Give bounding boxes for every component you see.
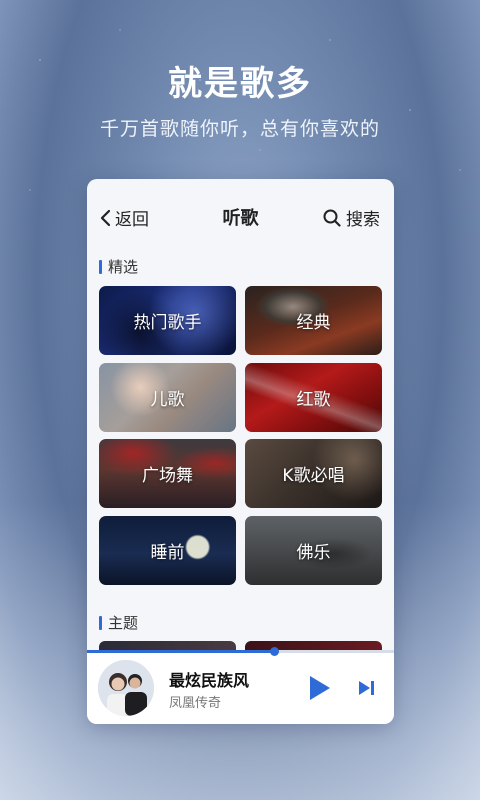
- hero-subtitle: 千万首歌随你听，总有你喜欢的: [99, 118, 380, 140]
- skip-next-icon: [359, 681, 374, 695]
- play-button[interactable]: [303, 672, 335, 704]
- top-bar: 返回 听歌 搜索: [87, 179, 394, 255]
- tile-label: K歌必唱: [282, 466, 345, 486]
- tile-red-songs[interactable]: 红歌: [245, 363, 382, 432]
- song-title: 最炫民族风: [169, 671, 250, 690]
- tile-square-dance[interactable]: 广场舞: [99, 439, 236, 508]
- tile-label: 红歌: [296, 390, 331, 410]
- tile-label: 广场舞: [142, 466, 193, 486]
- album-cover[interactable]: [98, 660, 154, 716]
- search-button[interactable]: 搜索: [323, 205, 380, 230]
- section-featured: 精选: [99, 256, 138, 277]
- tile-buddhist-music[interactable]: 佛乐: [245, 516, 382, 585]
- mini-player: 最炫民族风 凤凰传奇: [87, 647, 394, 724]
- section-marker: [99, 259, 102, 274]
- progress-knob[interactable]: [270, 647, 280, 656]
- playback-progress-bar[interactable]: [87, 647, 394, 656]
- tile-kids-songs[interactable]: 儿歌: [99, 363, 236, 432]
- tile-karaoke-hits[interactable]: K歌必唱: [245, 439, 382, 508]
- progress-fill: [87, 650, 275, 653]
- play-icon: [310, 676, 330, 700]
- tile-label: 儿歌: [150, 390, 185, 410]
- tile-hot-singers[interactable]: 热门歌手: [99, 286, 236, 355]
- section-themes-label: 主题: [108, 614, 139, 632]
- tile-label: 睡前: [150, 543, 185, 563]
- tile-bedtime[interactable]: 睡前: [99, 516, 236, 585]
- tile-classic[interactable]: 经典: [245, 286, 382, 355]
- tile-label: 经典: [296, 313, 331, 333]
- hero-title: 就是歌多: [168, 64, 312, 104]
- search-icon: [323, 209, 341, 227]
- section-marker: [99, 615, 102, 630]
- next-track-button[interactable]: [355, 676, 379, 700]
- tile-label: 热门歌手: [133, 313, 202, 333]
- artist-name: 凤凰传奇: [169, 696, 222, 711]
- phone-screen-card: 返回 听歌 搜索 精选 热门歌手 经典 儿歌 红歌 广场舞 K歌必唱 睡前 佛乐…: [87, 179, 394, 724]
- tile-label: 佛乐: [296, 543, 331, 563]
- artist-photo-icon: [98, 660, 154, 716]
- section-featured-label: 精选: [108, 258, 139, 276]
- search-label: 搜索: [346, 210, 380, 230]
- section-themes: 主题: [99, 612, 138, 633]
